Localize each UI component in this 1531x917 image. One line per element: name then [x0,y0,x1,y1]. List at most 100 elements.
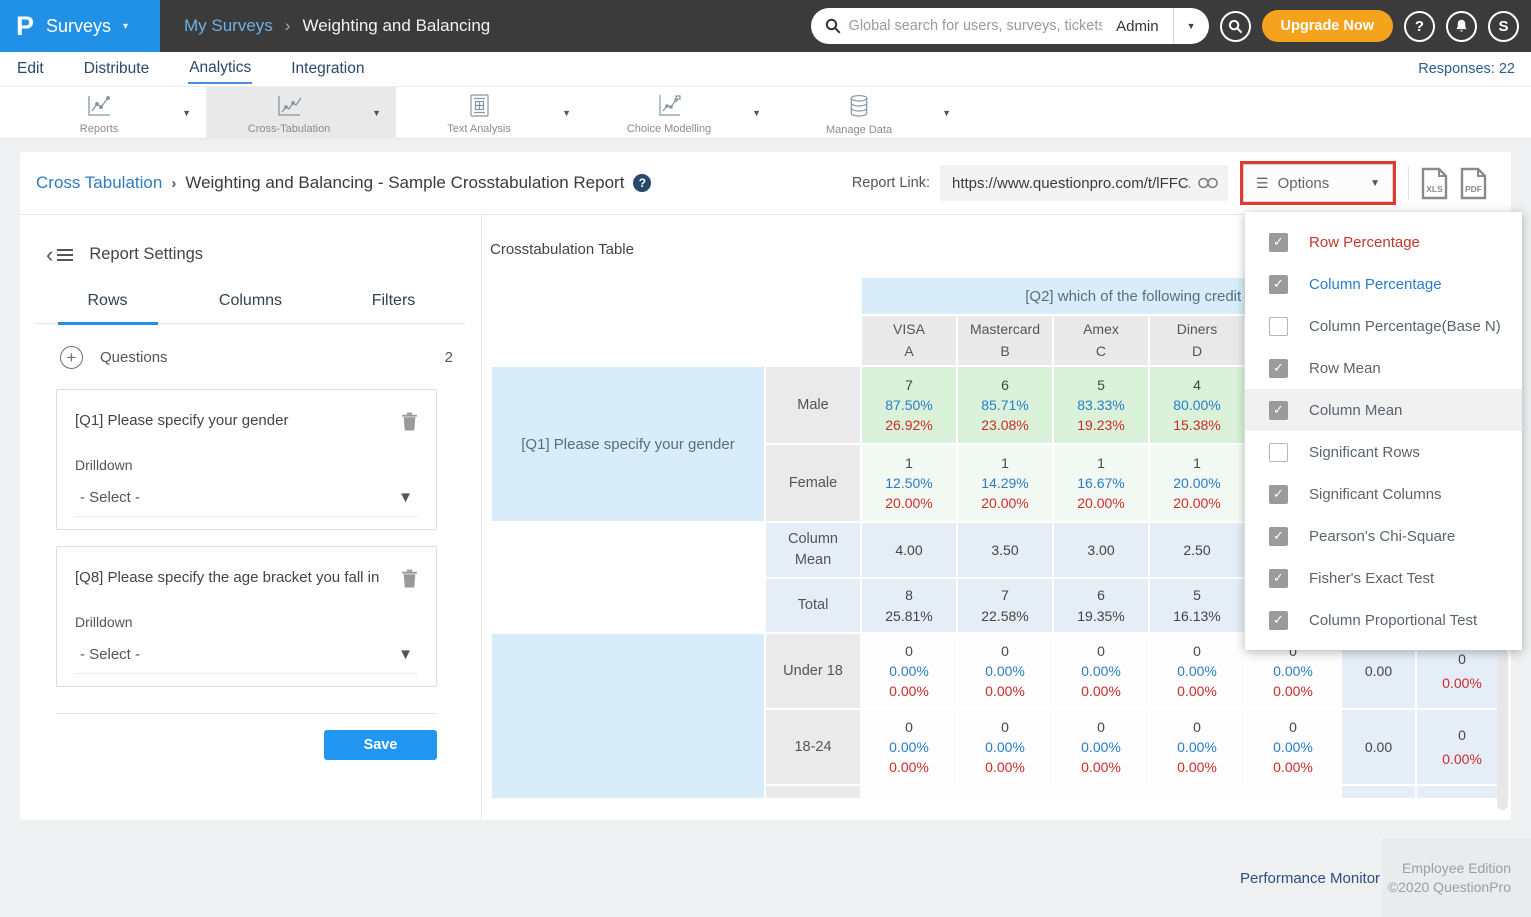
options-menu: ✓Row Percentage✓Column PercentageColumn … [1245,212,1522,650]
crosstab-data-cell: 00.00%0.00% [1246,710,1340,784]
crosstab-summary-cell: 3.00 [1054,523,1148,577]
checked-checkbox-icon[interactable]: ✓ [1269,485,1288,504]
delete-question-button[interactable] [401,569,418,588]
crosstab-data-cell-partial [862,786,956,798]
tool-label: Manage Data [826,124,892,136]
checked-checkbox-icon[interactable]: ✓ [1269,611,1288,630]
save-button[interactable]: Save [324,730,437,760]
crosstab-summary-cell: 516.13% [1150,579,1244,632]
crosstab-row-label: Under 18 [766,634,860,708]
tab-columns[interactable]: Columns [179,282,322,323]
options-menu-item[interactable]: ✓Fisher's Exact Test [1245,557,1522,599]
crosstab-row-label-partial [766,786,860,798]
report-link-field [940,165,1228,201]
toolbar-tool-reports[interactable]: Reports ▼ [16,87,206,139]
nav-tab-distribute[interactable]: Distribute [83,55,150,83]
divider [56,713,437,714]
nav-tab-integration[interactable]: Integration [290,55,365,83]
options-button[interactable]: ☰ Options ▼ [1243,164,1393,202]
product-name: Surveys [46,16,111,37]
drilldown-select[interactable]: - Select - ▼ [75,646,418,674]
drilldown-select[interactable]: - Select - ▼ [75,489,418,517]
crosstab-group-label-q1: [Q1] Please specify your gender [492,367,764,521]
options-menu-item[interactable]: ✓Pearson's Chi-Square [1245,515,1522,557]
search-scope-select[interactable]: Admin [1102,18,1173,35]
report-link-label: Report Link: [852,175,930,191]
crosstab-data-cell: 00.00%0.00% [958,710,1052,784]
toolbar-tool-manage-data[interactable]: Manage Data ▼ [776,87,966,139]
checked-checkbox-icon[interactable]: ✓ [1269,401,1288,420]
tool-label: Text Analysis [447,123,511,135]
avatar[interactable]: S [1488,11,1519,42]
questions-label: Questions [100,349,168,366]
crosstab-data-cell-partial [1054,786,1148,798]
options-menu-item[interactable]: ✓Row Mean [1245,347,1522,389]
upgrade-now-button[interactable]: Upgrade Now [1262,10,1393,42]
chevron-right-icon: › [171,175,176,192]
chevron-down-icon[interactable]: ▼ [942,108,966,118]
options-menu-item-label: Column Percentage [1309,276,1442,293]
crosstab-title: Crosstabulation Table [490,241,634,258]
list-icon: ☰ [1256,175,1269,192]
chevron-down-icon[interactable]: ▼ [1174,21,1209,31]
surveys-product-menu[interactable]: P Surveys ▾ [0,0,160,52]
options-menu-item[interactable]: ✓ Significant Columns [1245,473,1522,515]
toolbar-tool-text-analysis[interactable]: Text Analysis ▼ [396,87,586,139]
chevron-down-icon[interactable]: ▼ [372,108,396,118]
report-url-input[interactable] [952,175,1190,192]
nav-tab-analytics[interactable]: Analytics [188,54,252,84]
crosstab-summary-cell: 3.50 [958,523,1052,577]
search-submit-button[interactable] [1220,11,1251,42]
delete-question-button[interactable] [401,412,418,431]
help-button[interactable]: ? [1404,11,1435,42]
cross-tabulation-breadcrumb-link[interactable]: Cross Tabulation [36,173,162,193]
crosstab-data-cell: 116.67%20.00% [1054,445,1148,521]
tab-rows[interactable]: Rows [36,282,179,323]
toolbar-tool-choice-modelling[interactable]: Choice Modelling ▼ [586,87,776,139]
add-question-button[interactable]: + [60,346,83,369]
global-search: Admin ▼ [811,8,1209,44]
options-menu-item[interactable]: ✓Row Percentage [1245,221,1522,263]
crosstab-total-cell-partial [1417,786,1507,798]
nav-tab-edit[interactable]: Edit [16,55,45,83]
chevron-down-icon[interactable]: ▼ [752,108,776,118]
question-text: [Q8] Please specify the age bracket you … [75,569,379,586]
chevron-down-icon[interactable]: ▼ [182,108,206,118]
line-chart-icon [276,95,302,122]
crosstab-data-cell: 00.00%0.00% [1150,634,1244,708]
link-icon[interactable] [1198,177,1218,189]
global-search-input[interactable] [849,18,1103,34]
crosstab-data-cell: 00.00%0.00% [1054,634,1148,708]
export-pdf-button[interactable]: PDF [1460,167,1487,200]
toolbar-tool-cross-tabulation[interactable]: Cross-Tabulation ▼ [206,87,396,139]
options-menu-item[interactable]: Significant Rows [1245,431,1522,473]
options-menu-item[interactable]: ✓Column Proportional Test [1245,599,1522,641]
options-menu-item[interactable]: ✓ Column Percentage [1245,263,1522,305]
options-menu-item-label: Column Percentage(Base N) [1309,318,1501,335]
crosstab-data-cell-partial [1150,786,1244,798]
chevron-down-icon: ▼ [398,646,413,663]
export-xls-button[interactable]: XLS [1421,167,1448,200]
tab-filters[interactable]: Filters [322,282,465,323]
notifications-button[interactable] [1446,11,1477,42]
checked-checkbox-icon[interactable]: ✓ [1269,275,1288,294]
unchecked-checkbox-icon[interactable] [1269,317,1288,336]
help-icon[interactable]: ? [633,174,651,192]
unchecked-checkbox-icon[interactable] [1269,443,1288,462]
options-menu-item[interactable]: ✓Column Mean [1245,389,1522,431]
checked-checkbox-icon[interactable]: ✓ [1269,527,1288,546]
breadcrumb-my-surveys[interactable]: My Surveys [184,16,273,36]
checked-checkbox-icon[interactable]: ✓ [1269,233,1288,252]
crosstab-data-cell: 00.00%0.00% [862,710,956,784]
checked-checkbox-icon[interactable]: ✓ [1269,359,1288,378]
crosstab-data-cell: 685.71%23.08% [958,367,1052,443]
report-header: Cross Tabulation › Weighting and Balanci… [20,152,1511,215]
collapse-panel-icon[interactable]: ‹ [46,248,74,262]
chevron-down-icon[interactable]: ▼ [562,108,586,118]
database-icon [849,94,869,123]
checked-checkbox-icon[interactable]: ✓ [1269,569,1288,588]
options-menu-item[interactable]: Column Percentage(Base N) [1245,305,1522,347]
options-menu-item-label: Significant Columns [1309,486,1442,503]
performance-monitor-link[interactable]: Performance Monitor [1240,870,1380,887]
vertical-scrollbar[interactable] [1497,650,1508,810]
